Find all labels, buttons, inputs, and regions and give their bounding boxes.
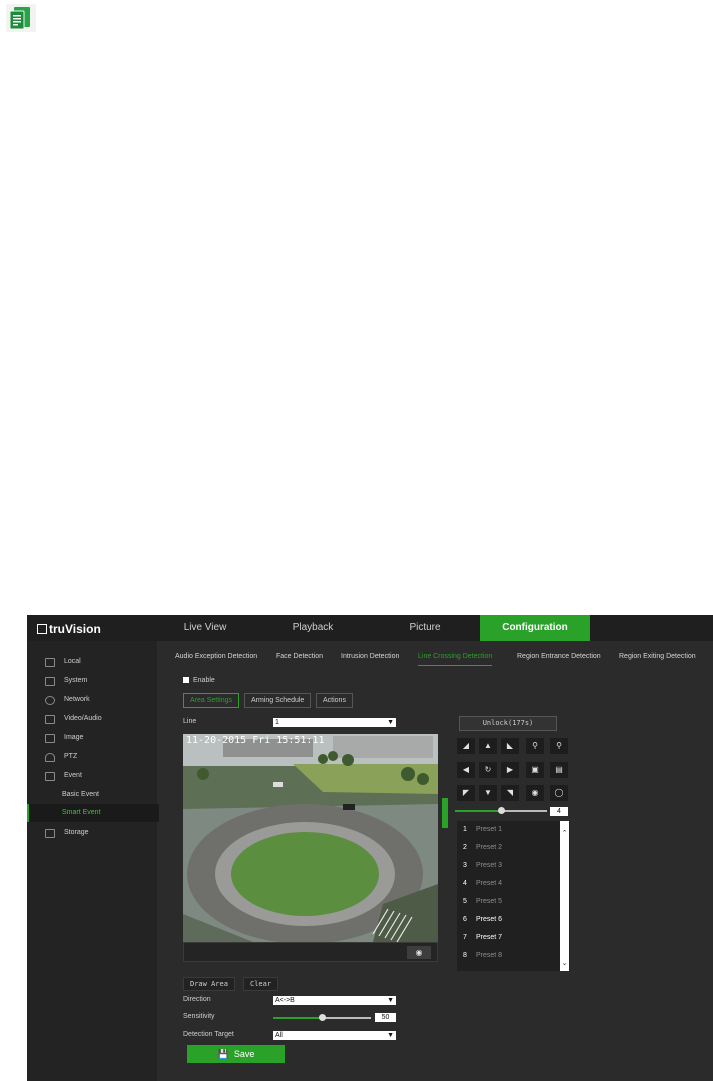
- detection-target-select[interactable]: All ▼: [273, 1031, 396, 1040]
- preset-list: 1 Preset 1 2 Preset 2 3 Preset 3 4 Preset 4 …: [457, 821, 570, 971]
- ptz-icon: [45, 753, 55, 762]
- line-label: Line: [183, 718, 197, 725]
- direction-select[interactable]: A<->B ▼: [273, 996, 396, 1005]
- arrow-up-right-icon[interactable]: ◣: [501, 738, 519, 754]
- detection-target-label: Detection Target: [183, 1031, 234, 1038]
- chevron-down-icon[interactable]: ⌄: [560, 959, 569, 967]
- chevron-down-icon: ▼: [387, 997, 394, 1004]
- video-audio-icon: [45, 715, 55, 724]
- tab-region-exiting[interactable]: Region Exiting Detection: [619, 648, 696, 665]
- ptz-unlock-button[interactable]: Unlock(177s): [459, 716, 557, 731]
- document-icon: [6, 4, 36, 32]
- list-item[interactable]: 4 Preset 4: [457, 875, 559, 893]
- ptz-speed-value[interactable]: 4: [550, 807, 568, 816]
- sidebar-item-basic-event[interactable]: Basic Event: [27, 786, 157, 804]
- monitor-icon: [45, 658, 55, 667]
- line-select[interactable]: 1 ▼: [273, 718, 396, 727]
- subtab-actions[interactable]: Actions: [316, 693, 353, 708]
- sidebar-item-local[interactable]: Local: [27, 653, 157, 671]
- live-video-preview[interactable]: 11-20-2015 Fri 15:51:11: [183, 734, 438, 942]
- subtab-arming-schedule[interactable]: Arming Schedule: [244, 693, 312, 708]
- focus-far-icon[interactable]: ▤: [550, 762, 568, 778]
- brand-logo: truVision: [37, 622, 101, 636]
- arrow-left-icon[interactable]: ◀: [457, 762, 475, 778]
- list-item[interactable]: 5 Preset 5: [457, 893, 559, 911]
- arrow-down-left-icon[interactable]: ◤: [457, 785, 475, 801]
- sidebar-item-storage[interactable]: Storage: [27, 824, 157, 842]
- system-icon: [45, 677, 55, 686]
- nav-live-view[interactable]: Live View: [155, 615, 255, 641]
- enable-checkbox[interactable]: Enable: [183, 677, 215, 684]
- sidebar-item-ptz[interactable]: PTZ: [27, 748, 157, 766]
- chevron-down-icon: ▼: [387, 719, 394, 726]
- sensitivity-value[interactable]: 50: [375, 1013, 396, 1022]
- tab-line-crossing[interactable]: Line Crossing Detection: [418, 648, 493, 666]
- sensitivity-fill: [273, 1017, 322, 1019]
- nav-playback[interactable]: Playback: [263, 615, 363, 641]
- auto-rotate-icon[interactable]: ↻: [479, 762, 497, 778]
- sensitivity-knob[interactable]: [319, 1014, 326, 1021]
- sidebar-item-network[interactable]: Network: [27, 691, 157, 709]
- nav-configuration[interactable]: Configuration: [480, 615, 590, 641]
- iris-open-icon[interactable]: ◉: [526, 785, 544, 801]
- ptz-speed-knob[interactable]: [498, 807, 505, 814]
- ptz-panel-collapse-handle[interactable]: [442, 798, 448, 828]
- save-button[interactable]: 💾 Save: [187, 1045, 285, 1063]
- sidebar-item-video-audio[interactable]: Video/Audio: [27, 710, 157, 728]
- arrow-down-right-icon[interactable]: ◥: [501, 785, 519, 801]
- video-toolbar: ◉: [183, 942, 438, 962]
- list-item[interactable]: 7 Preset 7: [457, 929, 559, 947]
- checkbox-box[interactable]: [183, 677, 189, 683]
- arrow-up-left-icon[interactable]: ◢: [457, 738, 475, 754]
- sidebar: Local System Network Video/Audio Image P…: [27, 641, 159, 1081]
- direction-label: Direction: [183, 996, 211, 1003]
- clear-button[interactable]: Clear: [243, 977, 279, 991]
- subtab-area-settings[interactable]: Area Settings: [183, 693, 240, 708]
- preset-scrollbar[interactable]: ⌃ ⌄: [560, 821, 569, 971]
- tab-intrusion-detection[interactable]: Intrusion Detection: [341, 648, 399, 665]
- list-item[interactable]: 3 Preset 3: [457, 857, 559, 875]
- tab-audio-exception[interactable]: Audio Exception Detection: [175, 648, 257, 665]
- storage-icon: [45, 829, 55, 838]
- chevron-up-icon[interactable]: ⌃: [560, 829, 569, 837]
- list-item[interactable]: 2 Preset 2: [457, 839, 559, 857]
- ptz-speed-fill: [455, 810, 501, 812]
- iris-close-icon[interactable]: ◯: [550, 785, 568, 801]
- camera-scene-image: [183, 734, 438, 942]
- focus-near-icon[interactable]: ▣: [526, 762, 544, 778]
- sidebar-item-event[interactable]: Event: [27, 767, 157, 785]
- nav-picture[interactable]: Picture: [375, 615, 475, 641]
- list-item[interactable]: 1 Preset 1: [457, 821, 559, 839]
- list-item[interactable]: 6 Preset 6: [457, 911, 559, 929]
- sidebar-item-system[interactable]: System: [27, 672, 157, 690]
- draw-area-button[interactable]: Draw Area: [183, 977, 235, 991]
- sensitivity-label: Sensitivity: [183, 1013, 215, 1020]
- app-window: truVision Live View Playback Picture Con…: [27, 615, 713, 1081]
- sidebar-item-image[interactable]: Image: [27, 729, 157, 747]
- tab-region-entrance[interactable]: Region Entrance Detection: [517, 648, 601, 665]
- video-timestamp: 11-20-2015 Fri 15:51:11: [186, 735, 325, 746]
- camera-icon[interactable]: ◉: [407, 946, 431, 959]
- arrow-up-icon[interactable]: ▲: [479, 738, 497, 754]
- arrow-right-icon[interactable]: ▶: [501, 762, 519, 778]
- tab-face-detection[interactable]: Face Detection: [276, 648, 323, 665]
- sidebar-item-smart-event[interactable]: Smart Event: [27, 804, 159, 822]
- zoom-in-icon[interactable]: ⚲: [526, 738, 544, 754]
- save-icon: 💾: [217, 1049, 229, 1059]
- zoom-out-icon[interactable]: ⚲: [550, 738, 568, 754]
- top-nav-bar: truVision Live View Playback Picture Con…: [27, 615, 713, 641]
- chevron-down-icon: ▼: [387, 1032, 394, 1039]
- list-item[interactable]: 8 Preset 8: [457, 947, 559, 965]
- detection-tabs: Audio Exception Detection Face Detection…: [157, 648, 713, 666]
- image-icon: [45, 734, 55, 743]
- globe-icon: [45, 696, 55, 705]
- calendar-icon: [45, 772, 55, 781]
- arrow-down-icon[interactable]: ▼: [479, 785, 497, 801]
